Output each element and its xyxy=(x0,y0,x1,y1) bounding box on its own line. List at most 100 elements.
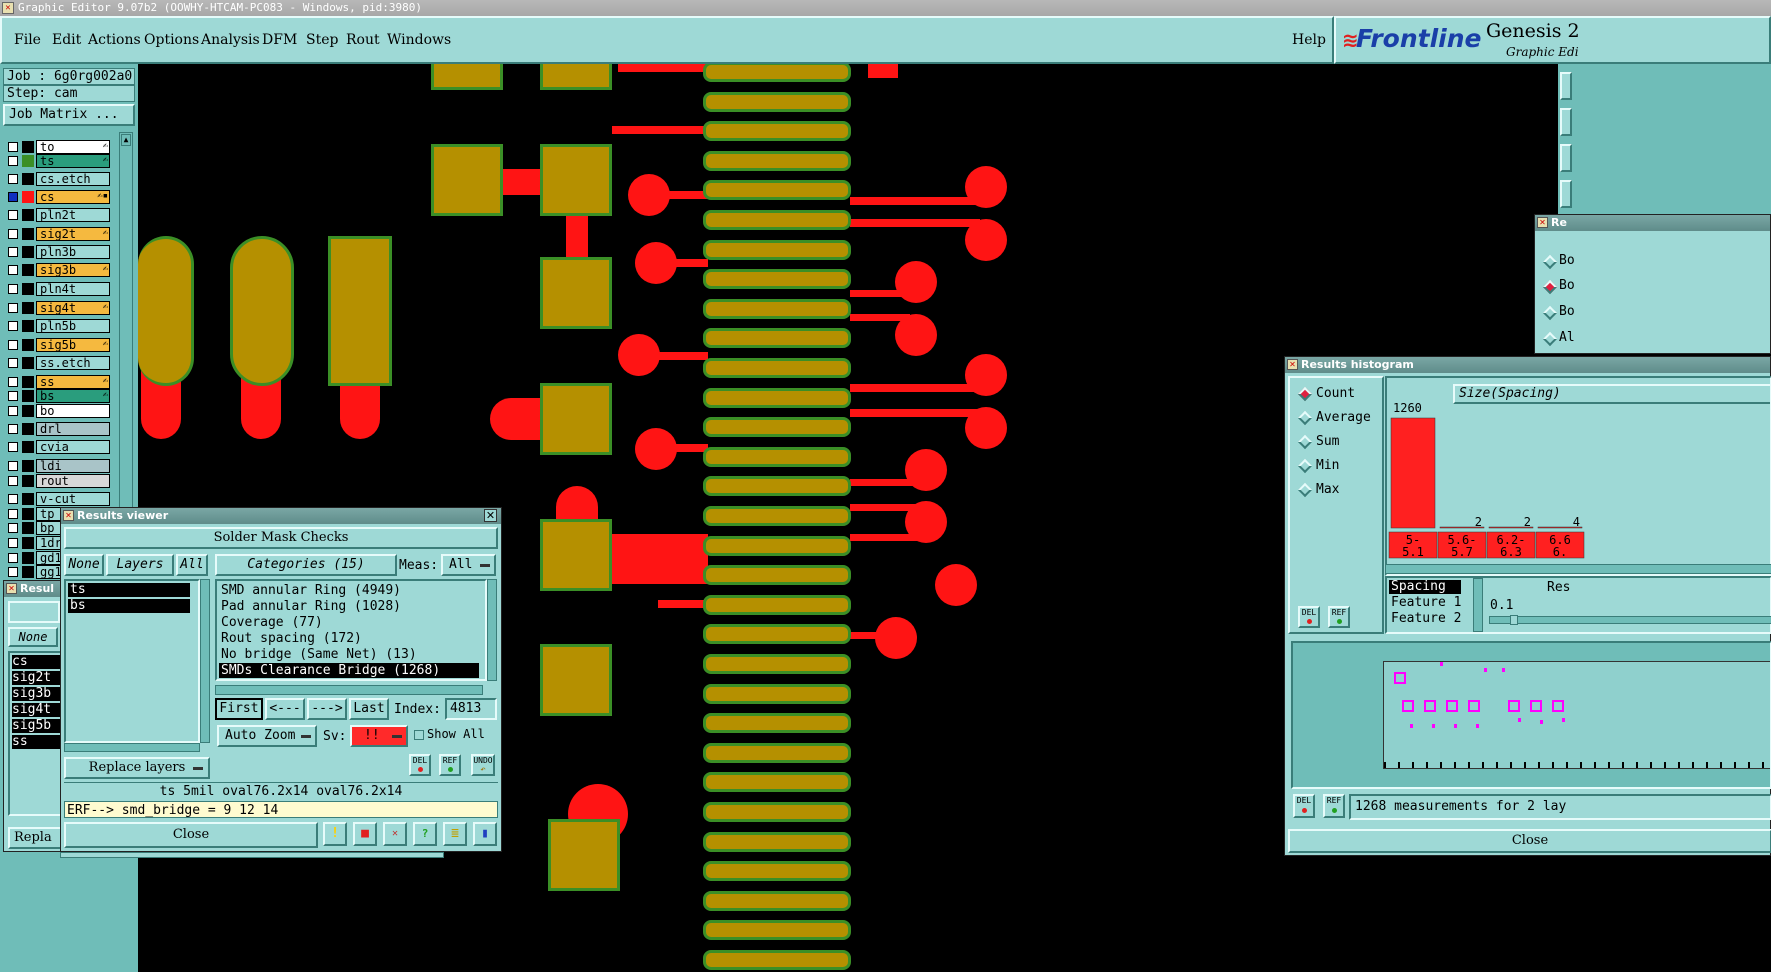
close-icon[interactable]: ✕ xyxy=(1537,217,1548,228)
menu-edit[interactable]: Edit xyxy=(52,32,81,48)
layer-color-swatch[interactable] xyxy=(22,552,34,564)
layer-color-swatch[interactable] xyxy=(22,339,34,351)
categories-hscrollbar[interactable] xyxy=(215,685,483,695)
menu-actions[interactable]: Actions xyxy=(88,32,141,48)
ref-button[interactable]: REF xyxy=(1323,794,1345,818)
side-option[interactable]: Bo xyxy=(1559,304,1575,319)
layer-row[interactable]: sig2t ✍ xyxy=(4,227,110,241)
layer-name[interactable]: cvia xyxy=(36,440,110,454)
layer-name[interactable]: cs.etch xyxy=(36,172,110,186)
layer-row[interactable]: sig5b ✍ xyxy=(4,338,110,352)
layer-checkbox[interactable] xyxy=(8,391,18,401)
list-item[interactable]: Coverage (77) xyxy=(219,615,323,630)
layer-color-swatch[interactable] xyxy=(22,405,34,417)
threshold-slider[interactable] xyxy=(1489,615,1771,625)
replace-layers-dropdown[interactable]: Replace layers xyxy=(64,757,210,779)
layer-name[interactable]: ts xyxy=(36,154,110,168)
option-sum[interactable]: Sum xyxy=(1316,434,1339,449)
layer-checkbox[interactable] xyxy=(8,567,18,577)
count-radio-icon[interactable] xyxy=(1297,386,1313,402)
layer-name[interactable]: drl xyxy=(36,422,110,436)
radio-icon[interactable] xyxy=(1542,254,1558,270)
layer-name[interactable]: sig3b xyxy=(36,263,110,277)
categories-scrollbar[interactable] xyxy=(487,579,497,681)
layer-color-swatch[interactable] xyxy=(22,390,34,402)
radio-icon[interactable] xyxy=(1542,279,1558,295)
layer-row[interactable]: rout xyxy=(4,474,110,488)
list-item[interactable]: bs xyxy=(68,599,190,613)
layer-checkbox[interactable] xyxy=(8,156,18,166)
layer-checkbox[interactable] xyxy=(8,303,18,313)
menu-options[interactable]: Options xyxy=(144,32,199,48)
histogram-icon[interactable]: ▮ xyxy=(473,822,497,846)
layer-name[interactable]: bo xyxy=(36,404,110,418)
fields-scrollbar[interactable] xyxy=(1473,578,1483,632)
field-feature-2[interactable]: Feature 2 xyxy=(1389,612,1461,626)
tool-button[interactable] xyxy=(1560,180,1572,208)
layer-row[interactable]: pln5b xyxy=(4,319,110,333)
layer-checkbox[interactable] xyxy=(8,247,18,257)
max-radio-icon[interactable] xyxy=(1297,482,1313,498)
layer-checkbox[interactable] xyxy=(8,476,18,486)
layer-color-swatch[interactable] xyxy=(22,376,34,388)
meas-dropdown[interactable]: All xyxy=(441,554,496,576)
layer-color-swatch[interactable] xyxy=(22,522,34,534)
layer-row[interactable]: ss.etch xyxy=(4,356,110,370)
layer-name[interactable]: ldi xyxy=(36,459,110,473)
all-button[interactable]: All xyxy=(176,554,208,576)
layer-checkbox[interactable] xyxy=(8,142,18,152)
close-button[interactable]: Close xyxy=(1288,829,1771,853)
layer-color-swatch[interactable] xyxy=(22,264,34,276)
layer-row[interactable]: cvia xyxy=(4,440,110,454)
layer-row[interactable]: cs.etch xyxy=(4,172,110,186)
close-window-icon[interactable]: ✕ xyxy=(484,509,497,522)
warning-icon[interactable]: ! xyxy=(323,822,347,846)
menu-step[interactable]: Step xyxy=(306,32,338,48)
categories-list[interactable]: SMD annular Ring (4949) Pad annular Ring… xyxy=(215,579,487,681)
layer-row[interactable]: pln3b xyxy=(4,245,110,259)
layer-list-scrollbar[interactable] xyxy=(200,579,210,743)
layer-name[interactable]: ss.etch xyxy=(36,356,110,370)
layer-color-swatch[interactable] xyxy=(22,209,34,221)
page-icon[interactable]: ? xyxy=(413,822,437,846)
layer-name[interactable]: pln5b xyxy=(36,319,110,333)
layer-row[interactable]: pln2t xyxy=(4,208,110,222)
close-icon[interactable]: ✕ xyxy=(2,2,14,14)
layer-checkbox[interactable] xyxy=(8,538,18,548)
undo-button[interactable]: UNDO ↶ xyxy=(471,754,495,776)
list-item[interactable]: ts xyxy=(68,583,190,597)
list-item[interactable]: sig3b xyxy=(12,687,60,701)
average-radio-icon[interactable] xyxy=(1297,410,1313,426)
layer-name[interactable]: to xyxy=(36,140,110,154)
layer-color-swatch[interactable] xyxy=(22,155,34,167)
replace-layers-button[interactable]: Repla xyxy=(8,827,62,849)
menu-windows[interactable]: Windows xyxy=(387,32,451,48)
layer-checkbox[interactable] xyxy=(8,424,18,434)
menu-file[interactable]: File xyxy=(14,32,41,48)
layer-color-swatch[interactable] xyxy=(22,537,34,549)
close-icon[interactable]: ✕ xyxy=(63,510,74,521)
layer-row[interactable]: ss ✍ xyxy=(4,375,110,389)
radio-icon[interactable] xyxy=(1542,305,1558,321)
layer-name[interactable]: pln3b xyxy=(36,245,110,259)
layer-color-swatch[interactable] xyxy=(22,566,34,578)
layer-name[interactable]: pln2t xyxy=(36,208,110,222)
list-item[interactable]: sig5b xyxy=(12,719,60,733)
severity-dropdown[interactable]: !! xyxy=(350,725,408,747)
none-button[interactable]: None xyxy=(8,627,58,647)
layer-checkbox[interactable] xyxy=(8,210,18,220)
min-radio-icon[interactable] xyxy=(1297,458,1313,474)
layer-checkbox[interactable] xyxy=(8,321,18,331)
layer-color-swatch[interactable] xyxy=(22,508,34,520)
layer-row[interactable]: to ✍ xyxy=(4,140,110,154)
del-button[interactable]: DEL xyxy=(409,754,431,776)
layer-checkbox[interactable] xyxy=(8,377,18,387)
layers-button[interactable]: Layers xyxy=(106,554,174,576)
layer-name[interactable]: bs xyxy=(36,389,110,403)
list-item[interactable]: SMD annular Ring (4949) xyxy=(219,583,401,598)
del-button[interactable]: DEL xyxy=(1293,794,1315,818)
layer-row[interactable]: v-cut xyxy=(4,492,110,506)
layer-color-swatch[interactable] xyxy=(22,460,34,472)
option-min[interactable]: Min xyxy=(1316,458,1339,473)
layer-name[interactable]: rout xyxy=(36,474,110,488)
